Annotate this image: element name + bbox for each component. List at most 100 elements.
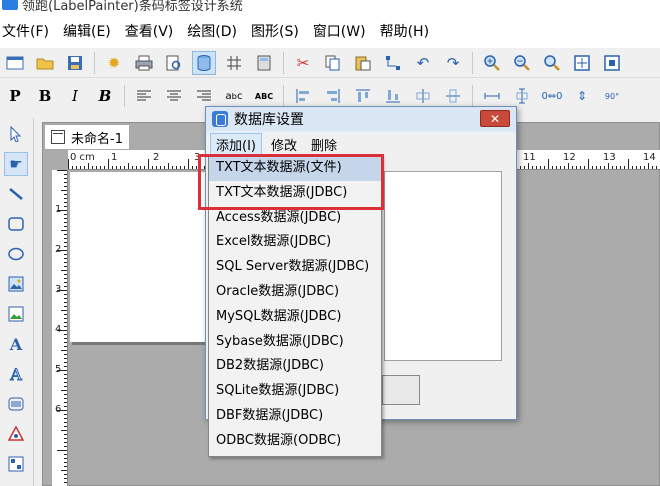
print-icon[interactable] bbox=[132, 51, 156, 75]
dialog-close-button[interactable]: ✕ bbox=[480, 110, 510, 127]
datasource-list[interactable] bbox=[384, 171, 502, 361]
zoom-in-icon[interactable] bbox=[480, 51, 504, 75]
print-preview-icon[interactable] bbox=[162, 51, 186, 75]
ruler-tick bbox=[64, 418, 67, 419]
rotate-icon[interactable]: 90° bbox=[600, 84, 624, 108]
pan-hand-icon[interactable]: ☛ bbox=[4, 152, 28, 176]
menu-help[interactable]: 帮助(H) bbox=[380, 21, 429, 41]
grid-icon[interactable] bbox=[222, 51, 246, 75]
menu-view[interactable]: 查看(V) bbox=[125, 21, 174, 41]
align-right-icon[interactable] bbox=[192, 84, 216, 108]
picture-tool-icon[interactable] bbox=[4, 302, 28, 326]
dialog-menu-delete[interactable]: 删除 bbox=[306, 134, 342, 155]
menu-item-access-jdbc[interactable]: Access数据源(JDBC) bbox=[209, 206, 381, 231]
menu-item-txt-jdbc[interactable]: TXT文本数据源(JDBC) bbox=[209, 181, 381, 206]
settings-gear-icon[interactable]: ✹ bbox=[102, 51, 126, 75]
align-objects-left-icon[interactable] bbox=[291, 84, 315, 108]
menu-window[interactable]: 窗口(W) bbox=[313, 21, 366, 41]
zoom-out-icon[interactable] bbox=[510, 51, 534, 75]
shape-tool-icon[interactable] bbox=[4, 422, 28, 446]
same-width-icon[interactable] bbox=[480, 84, 504, 108]
align-nodes-icon[interactable] bbox=[381, 51, 405, 75]
vertical-spacing-icon[interactable]: ⇕ bbox=[570, 84, 594, 108]
ruler-tick bbox=[640, 166, 641, 169]
copy-icon[interactable] bbox=[321, 51, 345, 75]
distribute-vertical-icon[interactable] bbox=[441, 84, 465, 108]
menu-item-oracle-jdbc[interactable]: Oracle数据源(JDBC) bbox=[209, 280, 381, 305]
save-icon[interactable] bbox=[63, 51, 87, 75]
zoom-actual-icon[interactable] bbox=[540, 51, 564, 75]
pointer-icon[interactable] bbox=[4, 122, 28, 146]
dialog-menu-edit[interactable]: 修改 bbox=[266, 134, 302, 155]
rectangle-tool-icon[interactable] bbox=[4, 212, 28, 236]
ruler-tick bbox=[64, 174, 67, 175]
label-canvas[interactable] bbox=[70, 172, 210, 342]
dialog-menu-add[interactable]: 添加(I) bbox=[210, 132, 262, 156]
menu-item-db2-jdbc[interactable]: DB2数据源(JDBC) bbox=[209, 354, 381, 379]
dialog-titlebar[interactable]: 数据库设置 ✕ bbox=[206, 107, 516, 131]
align-center-icon[interactable] bbox=[162, 84, 186, 108]
menu-edit[interactable]: 编辑(E) bbox=[63, 21, 111, 41]
menu-item-odbc[interactable]: ODBC数据源(ODBC) bbox=[209, 429, 381, 454]
ruler-tick bbox=[64, 206, 67, 207]
paste-icon[interactable] bbox=[351, 51, 375, 75]
menu-draw[interactable]: 绘图(D) bbox=[187, 21, 237, 41]
open-folder-icon[interactable] bbox=[33, 51, 57, 75]
cut-icon[interactable]: ✂ bbox=[291, 51, 315, 75]
barcode-tool-icon[interactable] bbox=[4, 392, 28, 416]
ruler-tick bbox=[61, 190, 67, 191]
ellipse-tool-icon[interactable] bbox=[4, 242, 28, 266]
ruler-tick bbox=[652, 166, 653, 169]
ruler-tick bbox=[628, 159, 629, 169]
menu-item-mysql-jdbc[interactable]: MySQL数据源(JDBC) bbox=[209, 305, 381, 330]
document-tab[interactable]: 未命名-1 bbox=[44, 124, 130, 150]
ruler-tick bbox=[61, 230, 67, 231]
abc-text-icon[interactable]: ABC bbox=[252, 84, 276, 108]
ruler-tick bbox=[64, 478, 67, 479]
distribute-horizontal-icon[interactable] bbox=[411, 84, 435, 108]
bold-button[interactable]: B bbox=[33, 84, 57, 108]
menu-shape[interactable]: 图形(S) bbox=[251, 21, 299, 41]
ruler-tick bbox=[152, 166, 153, 169]
ruler-tick bbox=[64, 262, 67, 263]
qr-code-tool-icon[interactable] bbox=[4, 452, 28, 476]
ruler-tick bbox=[656, 166, 657, 169]
menu-item-excel-jdbc[interactable]: Excel数据源(JDBC) bbox=[209, 230, 381, 255]
text-spacing-icon[interactable]: abc bbox=[222, 84, 246, 108]
menu-item-sybase-jdbc[interactable]: Sybase数据源(JDBC) bbox=[209, 330, 381, 355]
rich-text-tool-icon[interactable]: A bbox=[4, 362, 28, 386]
ruler-tick bbox=[524, 166, 525, 169]
redo-icon[interactable]: ↷ bbox=[441, 51, 465, 75]
bold-italic-button[interactable]: B bbox=[93, 84, 117, 108]
menu-item-txt-file[interactable]: TXT文本数据源(文件) bbox=[209, 156, 381, 181]
menu-file[interactable]: 文件(F) bbox=[2, 21, 49, 41]
undo-icon[interactable]: ↶ bbox=[411, 51, 435, 75]
text-tool-icon[interactable]: A bbox=[4, 332, 28, 356]
menu-item-dbf-jdbc[interactable]: DBF数据源(JDBC) bbox=[209, 404, 381, 429]
align-objects-bottom-icon[interactable] bbox=[381, 84, 405, 108]
plain-text-button[interactable]: P bbox=[3, 84, 27, 108]
line-tool-icon[interactable] bbox=[4, 182, 28, 206]
same-height-icon[interactable] bbox=[510, 84, 534, 108]
ruler-tick bbox=[532, 166, 533, 169]
calculator-icon[interactable] bbox=[252, 51, 276, 75]
fit-page-icon[interactable] bbox=[570, 51, 594, 75]
ruler-tick bbox=[61, 430, 67, 431]
dialog-action-button[interactable] bbox=[382, 375, 420, 405]
ruler-tick bbox=[57, 370, 67, 371]
italic-button[interactable]: I bbox=[63, 84, 87, 108]
align-left-icon[interactable] bbox=[132, 84, 156, 108]
ruler-tick bbox=[608, 163, 609, 169]
toolbar-separator bbox=[283, 85, 284, 107]
spacing-icon[interactable]: 0⇔0 bbox=[540, 84, 564, 108]
align-objects-top-icon[interactable] bbox=[351, 84, 375, 108]
new-document-icon[interactable] bbox=[3, 51, 27, 75]
align-objects-right-icon[interactable] bbox=[321, 84, 345, 108]
ruler-tick bbox=[64, 322, 67, 323]
fit-selection-icon[interactable] bbox=[600, 51, 624, 75]
image-tool-icon[interactable] bbox=[4, 272, 28, 296]
menu-item-sqlserver-jdbc[interactable]: SQL Server数据源(JDBC) bbox=[209, 255, 381, 280]
database-icon[interactable] bbox=[192, 50, 216, 75]
menu-item-sqlite-jdbc[interactable]: SQLite数据源(JDBC) bbox=[209, 379, 381, 404]
ruler-tick bbox=[108, 159, 109, 169]
